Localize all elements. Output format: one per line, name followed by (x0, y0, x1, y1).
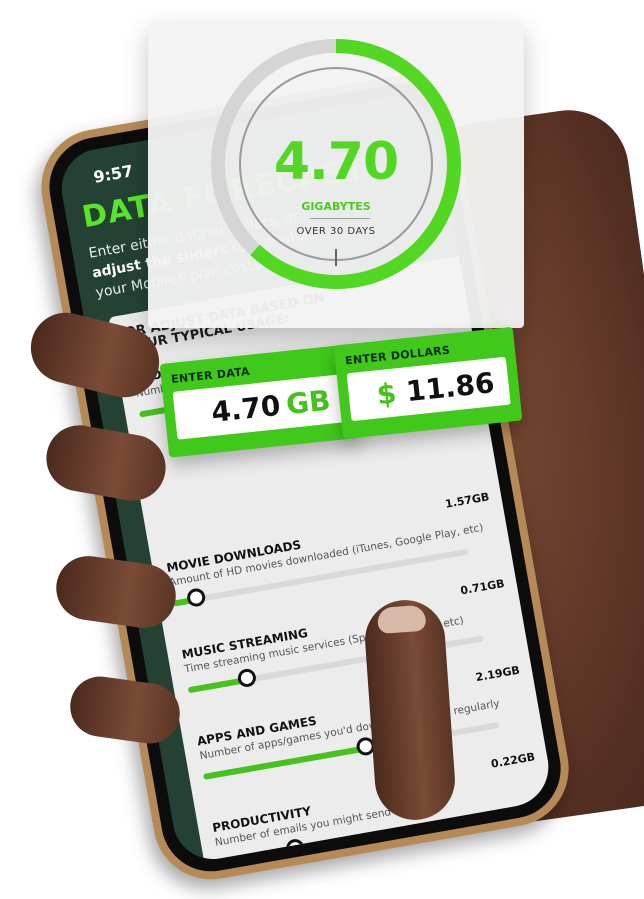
pointing-finger (362, 597, 458, 823)
usage-row-apps-games: APPS AND GAMES Number of apps/games you'… (196, 664, 529, 780)
usage-row-movie-downloads: MOVIE DOWNLOADS Amount of HD movies down… (165, 490, 498, 608)
data-input[interactable]: 4.70 GB (172, 374, 347, 440)
gauge-period: OVER 30 DAYS (296, 226, 376, 237)
divider (310, 218, 370, 219)
enter-dollars-card: ENTER DOLLARS $ 11.86 (333, 326, 523, 440)
data-gauge-card: 4.70 GIGABYTES OVER 30 DAYS (148, 22, 524, 328)
enter-data-card: ENTER DATA 4.70 GB (159, 344, 359, 458)
status-time: 9:57 (92, 161, 135, 187)
gauge-unit: GIGABYTES (301, 200, 371, 213)
slider-handle[interactable] (236, 667, 258, 689)
gauge-value: 4.70 (273, 132, 399, 192)
dollars-input[interactable]: $ 11.86 (346, 356, 511, 422)
slider-handle[interactable] (284, 837, 306, 859)
slider-handle[interactable] (185, 587, 207, 608)
usage-row-music-streaming: MUSIC STREAMING Time streaming music ser… (181, 577, 514, 694)
